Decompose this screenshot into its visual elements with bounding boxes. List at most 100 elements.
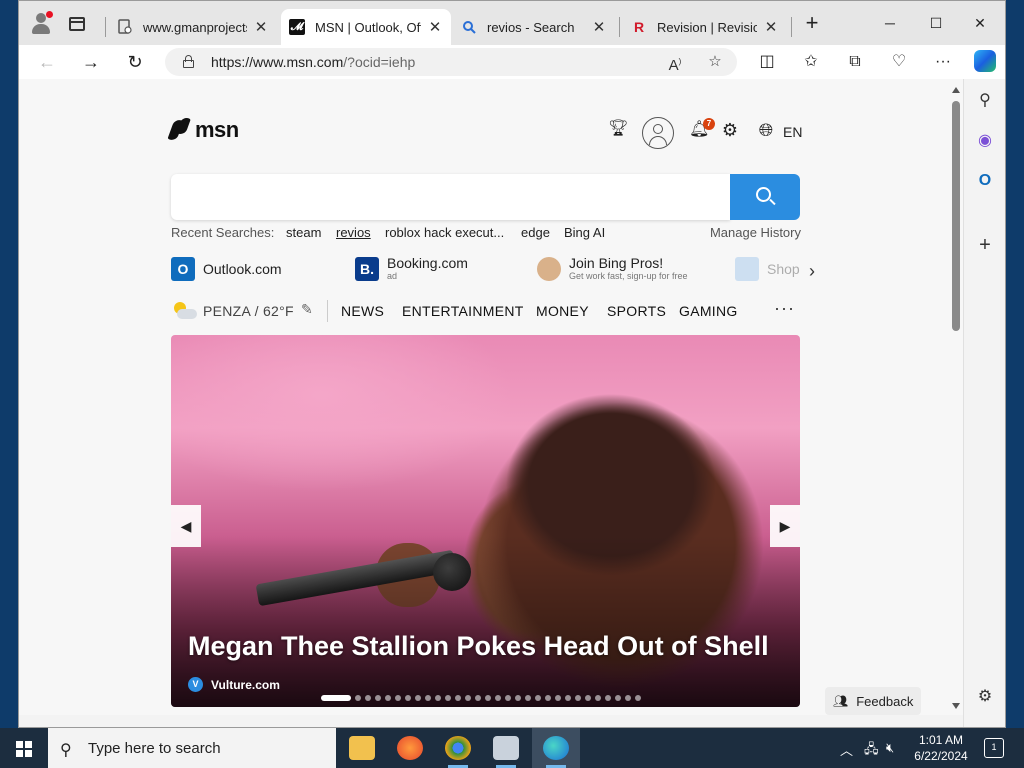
tab-msn[interactable]: 𝓜 MSN | Outlook, Offi ✕ (281, 9, 451, 45)
nav-sports[interactable]: SPORTS (607, 303, 666, 319)
carousel-dot[interactable] (485, 695, 491, 701)
carousel-dot[interactable] (605, 695, 611, 701)
file-explorer-icon[interactable] (338, 728, 386, 768)
start-button[interactable] (0, 728, 48, 768)
quick-link-outlook[interactable]: O Outlook.com (171, 251, 282, 287)
quick-link-bing-pros[interactable]: Join Bing Pros! Get work fast, sign-up fo… (537, 251, 688, 287)
system-clock[interactable]: 1:01 AM 6/22/2024 (908, 732, 974, 764)
scroll-down-icon[interactable] (952, 703, 960, 709)
manage-history-link[interactable]: Manage History (710, 225, 801, 240)
app-icon[interactable] (482, 728, 530, 768)
back-icon[interactable]: ← (35, 50, 59, 74)
notification-center-icon[interactable]: 1 (984, 738, 1004, 758)
recent-search-item[interactable]: roblox hack execut... (385, 225, 504, 240)
carousel-dot[interactable] (445, 695, 451, 701)
volume-muted-icon[interactable]: 🔇︎ (886, 740, 894, 756)
close-tab-icon[interactable]: ✕ (253, 18, 269, 36)
page-scrollbar[interactable] (949, 79, 963, 715)
lock-icon[interactable] (183, 55, 194, 68)
settings-gear-icon[interactable]: ⚙ (719, 119, 741, 141)
carousel-dot[interactable] (365, 695, 371, 701)
nav-news[interactable]: NEWS (341, 303, 384, 319)
address-bar[interactable]: https://www.msn.com/?ocid=iehp A) ☆ (165, 48, 737, 76)
carousel-dot[interactable] (435, 695, 441, 701)
weather-icon[interactable] (171, 301, 197, 319)
nav-money[interactable]: MONEY (536, 303, 589, 319)
carousel-dot[interactable] (585, 695, 591, 701)
edge-icon[interactable] (532, 728, 580, 768)
language-label[interactable]: EN (783, 124, 802, 140)
carousel-dot[interactable] (615, 695, 621, 701)
sidebar-copilot-icon[interactable]: ◉ (975, 131, 995, 151)
favorites-icon[interactable]: ✩ (799, 50, 823, 74)
recent-search-item[interactable]: edge (521, 225, 550, 240)
account-avatar-icon[interactable] (642, 117, 674, 149)
sidebar-outlook-icon[interactable]: O (975, 171, 995, 191)
quick-link-booking[interactable]: B. Booking.com ad (355, 251, 468, 287)
minimize-icon[interactable]: ─ (875, 11, 905, 35)
hero-headline[interactable]: Megan Thee Stallion Pokes Head Out of Sh… (188, 631, 769, 662)
split-screen-icon[interactable]: ◫ (755, 50, 779, 74)
recent-search-item[interactable]: revios (336, 225, 371, 240)
carousel-dot[interactable] (525, 695, 531, 701)
tab-revision[interactable]: R Revision | Revision ✕ (623, 9, 787, 45)
rewards-trophy-icon[interactable]: 🏆︎ (608, 119, 628, 139)
carousel-dot[interactable] (475, 695, 481, 701)
close-tab-icon[interactable]: ✕ (427, 18, 443, 36)
carousel-dot[interactable] (405, 695, 411, 701)
carousel-dot[interactable] (565, 695, 571, 701)
read-aloud-icon[interactable]: A) (665, 52, 685, 74)
firefox-icon[interactable] (386, 728, 434, 768)
close-tab-icon[interactable]: ✕ (763, 18, 779, 36)
chrome-icon[interactable] (434, 728, 482, 768)
favorite-star-icon[interactable]: ☆ (705, 52, 725, 72)
collections-icon[interactable]: ⧉ (843, 50, 867, 74)
carousel-dot[interactable] (545, 695, 551, 701)
profile-icon[interactable] (29, 11, 53, 37)
scroll-thumb[interactable] (952, 101, 960, 331)
sidebar-add-icon[interactable]: + (975, 235, 995, 255)
carousel-dot[interactable] (465, 695, 471, 701)
nav-gaming[interactable]: GAMING (679, 303, 738, 319)
more-options-icon[interactable]: ··· (931, 50, 955, 74)
search-input[interactable] (171, 174, 730, 220)
tab-gmanprojects[interactable]: www.gmanprojects. ✕ (109, 9, 277, 45)
tray-chevron-up-icon[interactable]: ︿ (840, 740, 853, 759)
taskbar-search[interactable]: ⚲ Type here to search (48, 728, 336, 768)
hero-source[interactable]: V Vulture.com (188, 677, 280, 692)
tab-actions-icon[interactable] (69, 17, 85, 31)
scroll-up-icon[interactable] (952, 87, 960, 93)
carousel-dot[interactable] (355, 695, 361, 701)
recent-search-item[interactable]: Bing AI (564, 225, 605, 240)
tab-revios-search[interactable]: revios - Search ✕ (453, 9, 615, 45)
sidebar-search-icon[interactable]: ⚲ (975, 91, 995, 111)
carousel-dot[interactable] (555, 695, 561, 701)
hero-carousel[interactable]: ◀ ▶ Megan Thee Stallion Pokes Head Out o… (171, 335, 800, 707)
language-globe-icon[interactable]: 🌐︎ (755, 119, 777, 141)
maximize-icon[interactable]: ☐ (921, 11, 951, 35)
carousel-dot[interactable] (535, 695, 541, 701)
carousel-prev-icon[interactable]: ◀ (171, 505, 201, 547)
sidebar-settings-icon[interactable]: ⚙ (975, 687, 995, 707)
browser-essentials-icon[interactable]: ♡ (887, 50, 911, 74)
carousel-dot[interactable] (635, 695, 641, 701)
msn-logo[interactable]: msn (167, 116, 239, 143)
copilot-icon[interactable] (974, 50, 996, 72)
weather-text[interactable]: PENZA / 62°F (203, 303, 294, 319)
carousel-dot[interactable] (455, 695, 461, 701)
more-categories-icon[interactable]: ··· (774, 298, 795, 319)
search-button[interactable] (730, 174, 800, 220)
carousel-dot[interactable] (575, 695, 581, 701)
close-tab-icon[interactable]: ✕ (591, 18, 607, 36)
feedback-button[interactable]: 👥︎ Feedback (825, 687, 921, 715)
carousel-dot[interactable] (515, 695, 521, 701)
carousel-dot[interactable] (505, 695, 511, 701)
close-window-icon[interactable]: ✕ (965, 11, 995, 35)
nav-entertainment[interactable]: ENTERTAINMENT (402, 303, 524, 319)
refresh-icon[interactable]: ↻ (123, 50, 147, 74)
carousel-dot[interactable] (321, 695, 351, 701)
carousel-dot[interactable] (425, 695, 431, 701)
forward-icon[interactable]: → (79, 50, 103, 74)
carousel-dot[interactable] (375, 695, 381, 701)
url-text[interactable]: https://www.msn.com/?ocid=iehp (211, 54, 415, 70)
